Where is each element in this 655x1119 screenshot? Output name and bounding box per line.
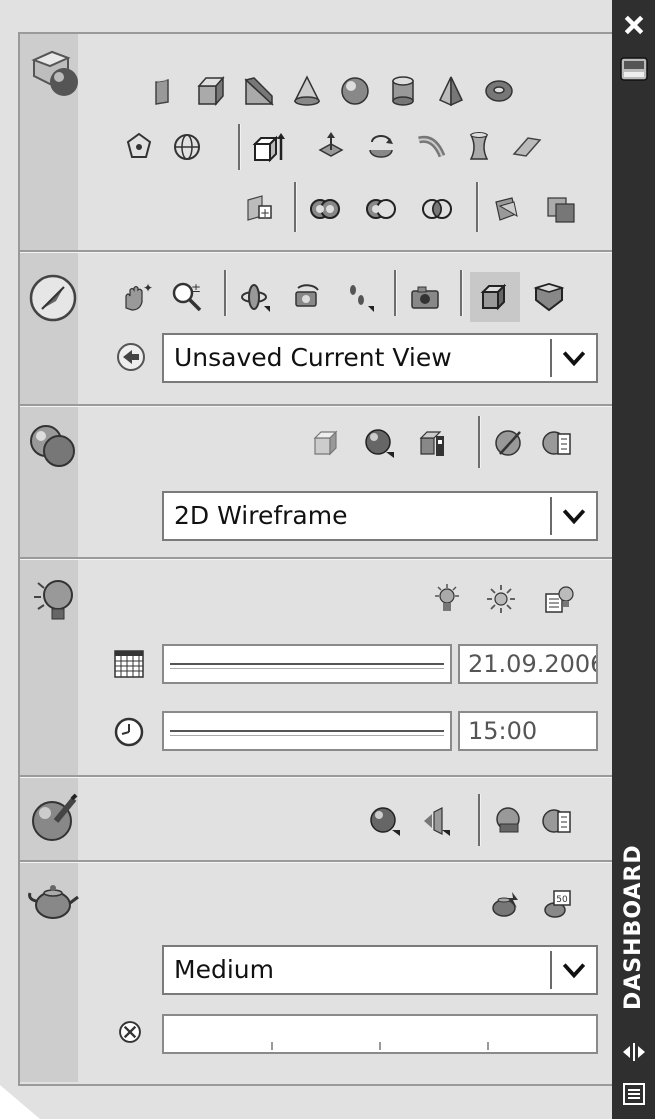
- section-separator: [20, 557, 612, 560]
- visual-styles-panel-icon[interactable]: [25, 418, 81, 474]
- section-separator: [20, 250, 612, 253]
- section-separator: [20, 775, 612, 778]
- chevron-down-icon[interactable]: [550, 339, 596, 377]
- properties-icon[interactable]: [618, 52, 650, 84]
- time-slider-track: [170, 730, 444, 736]
- separator: [224, 270, 227, 316]
- sweep-icon[interactable]: [412, 128, 450, 166]
- thicken-icon[interactable]: [488, 190, 526, 228]
- separator: [460, 270, 463, 316]
- wedge-icon[interactable]: [240, 72, 278, 110]
- cylinder-icon[interactable]: [384, 72, 422, 110]
- time-field[interactable]: 15:00: [458, 711, 598, 751]
- revolve-icon[interactable]: [362, 128, 400, 166]
- separator: [394, 270, 397, 316]
- visual-style-value: 2D Wireframe: [174, 501, 348, 530]
- presspull-icon[interactable]: [312, 128, 350, 166]
- menu-icon[interactable]: [620, 1080, 648, 1108]
- 3d-make-panel-icon[interactable]: [27, 45, 83, 101]
- lights-panel-icon[interactable]: [27, 572, 83, 628]
- slice-icon[interactable]: +: [240, 188, 278, 226]
- time-value: 15:00: [468, 717, 538, 745]
- light-list-icon[interactable]: [540, 580, 578, 618]
- conceptual-icon[interactable]: [360, 424, 398, 462]
- separator: [476, 182, 479, 232]
- create-camera-icon[interactable]: [406, 278, 444, 316]
- sphere-icon[interactable]: [336, 72, 374, 110]
- 3d-zoom-icon[interactable]: ±: [168, 278, 206, 316]
- interfere-icon[interactable]: [542, 190, 580, 228]
- close-icon[interactable]: [620, 10, 648, 40]
- 3d-pan-icon[interactable]: ✦: [118, 278, 156, 316]
- separator: [478, 416, 481, 468]
- parallel-projection-button[interactable]: [470, 272, 520, 322]
- time-slider[interactable]: [162, 711, 452, 751]
- perspective-projection-icon[interactable]: [530, 278, 568, 316]
- visual-style-dropdown[interactable]: 2D Wireframe: [162, 491, 598, 541]
- separator: [294, 182, 297, 232]
- advanced-render-settings-icon[interactable]: 50: [538, 886, 576, 924]
- clock-icon: [110, 713, 148, 751]
- material-mapping-icon[interactable]: [418, 802, 456, 840]
- slider-ticks: [271, 1042, 489, 1050]
- render-preset-dropdown[interactable]: Medium: [162, 945, 598, 995]
- walk-icon[interactable]: [340, 278, 378, 316]
- subtract-icon[interactable]: [362, 190, 400, 228]
- camera-orbit-icon[interactable]: [288, 278, 326, 316]
- render-panel-icon[interactable]: [25, 872, 81, 928]
- cone-icon[interactable]: [288, 72, 326, 110]
- back-arrow-icon[interactable]: [112, 338, 150, 376]
- render-preset-value: Medium: [174, 955, 274, 984]
- chevron-down-icon[interactable]: [550, 951, 596, 989]
- date-field[interactable]: 21.09.2006: [458, 644, 598, 684]
- date-slider[interactable]: [162, 644, 452, 684]
- 3d-move-gizmo-icon[interactable]: [120, 128, 158, 166]
- dashboard-title: DASHBOARD: [621, 844, 646, 1010]
- sun-status-icon[interactable]: [482, 580, 520, 618]
- torus-icon[interactable]: [480, 72, 518, 110]
- auto-hide-icon[interactable]: [620, 1040, 648, 1064]
- new-point-light-icon[interactable]: [428, 580, 466, 618]
- date-slider-track: [170, 663, 444, 669]
- intersect-icon[interactable]: [418, 190, 456, 228]
- material-attach-icon[interactable]: [490, 802, 528, 840]
- 3d-orbit-icon[interactable]: [236, 278, 274, 316]
- 3d-navigate-panel-icon[interactable]: [25, 270, 81, 326]
- named-view-dropdown[interactable]: Unsaved Current View: [162, 333, 598, 383]
- named-view-value: Unsaved Current View: [174, 343, 452, 372]
- section-separator: [20, 860, 612, 863]
- face-style-icon[interactable]: [414, 424, 452, 462]
- separator: [478, 794, 481, 846]
- union-icon[interactable]: [306, 190, 344, 228]
- planar-surface-icon[interactable]: [508, 128, 546, 166]
- visual-styles-manager-icon[interactable]: [538, 424, 576, 462]
- 3d-rotate-gizmo-icon[interactable]: [168, 128, 206, 166]
- svg-text:50: 50: [556, 895, 568, 905]
- section-separator: [20, 404, 612, 407]
- date-value: 21.09.2006: [468, 650, 598, 678]
- svg-text:✦: ✦: [143, 281, 153, 295]
- materials-panel-icon[interactable]: [25, 790, 81, 846]
- polysolid-icon[interactable]: [144, 72, 182, 110]
- box-icon[interactable]: [192, 72, 230, 110]
- loft-icon[interactable]: [460, 128, 498, 166]
- materials-browser-icon[interactable]: [366, 802, 404, 840]
- calendar-icon: [110, 645, 148, 683]
- materials-manager-icon[interactable]: [538, 802, 576, 840]
- render-quality-slider[interactable]: [162, 1014, 598, 1054]
- separator: [238, 124, 241, 170]
- extrude-icon[interactable]: [250, 128, 288, 166]
- realistic-icon[interactable]: [308, 424, 346, 462]
- svg-text:±: ±: [191, 281, 201, 295]
- render-quality-icon: [116, 1018, 144, 1046]
- svg-text:+: +: [260, 206, 270, 220]
- edge-style-icon[interactable]: [490, 424, 528, 462]
- chevron-down-icon[interactable]: [550, 497, 596, 535]
- pyramid-icon[interactable]: [432, 72, 470, 110]
- render-icon[interactable]: [486, 886, 524, 924]
